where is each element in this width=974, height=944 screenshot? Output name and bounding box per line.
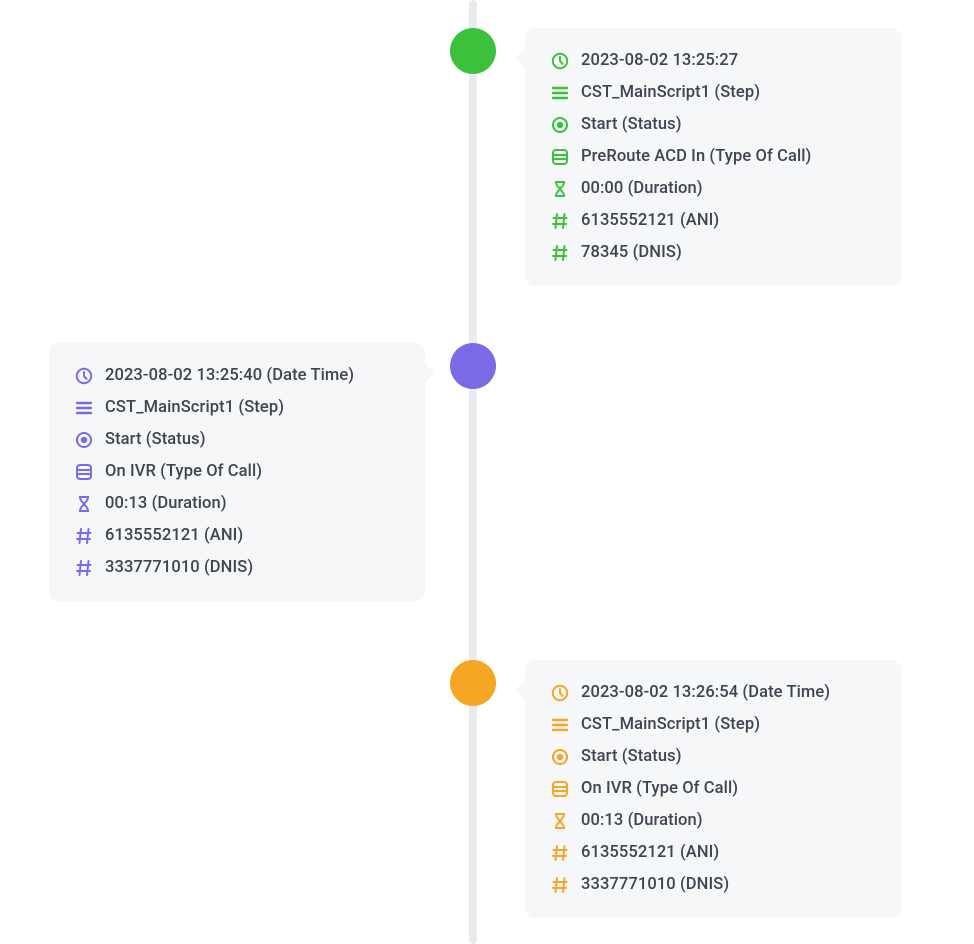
event-row: Start (Status) — [551, 116, 875, 134]
timeline-node — [450, 660, 496, 706]
event-row: 00:13 (Duration) — [75, 495, 399, 513]
event-row: 3337771010 (DNIS) — [551, 876, 875, 894]
event-row-text: 2023-08-02 13:25:40 (Date Time) — [105, 368, 354, 385]
hash-icon — [551, 244, 569, 262]
event-card: 2023-08-02 13:25:27 CST_MainScript1 (Step… — [525, 28, 901, 286]
timeline-node — [450, 343, 496, 389]
event-row-text: CST_MainScript1 (Step) — [581, 717, 760, 734]
database-icon — [75, 463, 93, 481]
event-row: 78345 (DNIS) — [551, 244, 875, 262]
event-row-text: 6135552121 (ANI) — [581, 213, 719, 230]
event-row-text: On IVR (Type Of Call) — [105, 464, 262, 481]
event-row: Start (Status) — [75, 431, 399, 449]
event-row-text: Start (Status) — [581, 749, 682, 766]
event-row: On IVR (Type Of Call) — [551, 780, 875, 798]
event-row: 6135552121 (ANI) — [551, 212, 875, 230]
menu-lines-icon — [551, 716, 569, 734]
event-row: CST_MainScript1 (Step) — [551, 716, 875, 734]
hash-icon — [551, 876, 569, 894]
event-row-text: On IVR (Type Of Call) — [581, 781, 738, 798]
event-card: 2023-08-02 13:25:40 (Date Time) CST_MainS… — [49, 343, 425, 601]
event-row: 2023-08-02 13:26:54 (Date Time) — [551, 684, 875, 702]
event-row: 00:00 (Duration) — [551, 180, 875, 198]
event-row: PreRoute ACD In (Type Of Call) — [551, 148, 875, 166]
event-card: 2023-08-02 13:26:54 (Date Time) CST_MainS… — [525, 660, 901, 918]
event-row: Start (Status) — [551, 748, 875, 766]
event-row-text: 00:13 (Duration) — [581, 813, 703, 830]
event-row-text: PreRoute ACD In (Type Of Call) — [581, 149, 811, 166]
event-row-text: CST_MainScript1 (Step) — [105, 400, 284, 417]
event-row: 2023-08-02 13:25:27 — [551, 52, 875, 70]
event-row-text: 6135552121 (ANI) — [581, 845, 719, 862]
event-row-text: 3337771010 (DNIS) — [105, 560, 253, 577]
event-row: 2023-08-02 13:25:40 (Date Time) — [75, 367, 399, 385]
radio-dot-icon — [75, 431, 93, 449]
hash-icon — [551, 212, 569, 230]
event-row-text: Start (Status) — [105, 432, 206, 449]
menu-lines-icon — [551, 84, 569, 102]
clock-icon — [551, 52, 569, 70]
hourglass-icon — [551, 180, 569, 198]
event-row: CST_MainScript1 (Step) — [551, 84, 875, 102]
radio-dot-icon — [551, 748, 569, 766]
event-row-text: 78345 (DNIS) — [581, 245, 682, 262]
event-row: 6135552121 (ANI) — [75, 527, 399, 545]
database-icon — [551, 780, 569, 798]
event-row-text: CST_MainScript1 (Step) — [581, 85, 760, 102]
hash-icon — [75, 559, 93, 577]
menu-lines-icon — [75, 399, 93, 417]
hourglass-icon — [551, 812, 569, 830]
radio-dot-icon — [551, 116, 569, 134]
event-row-text: 2023-08-02 13:25:27 — [581, 53, 738, 70]
event-row-text: 3337771010 (DNIS) — [581, 877, 729, 894]
event-row: 00:13 (Duration) — [551, 812, 875, 830]
database-icon — [551, 148, 569, 166]
event-row-text: 00:13 (Duration) — [105, 496, 227, 513]
hash-icon — [75, 527, 93, 545]
event-row-text: 00:00 (Duration) — [581, 181, 703, 198]
hourglass-icon — [75, 495, 93, 513]
event-row-text: 6135552121 (ANI) — [105, 528, 243, 545]
hash-icon — [551, 844, 569, 862]
timeline-node — [450, 28, 496, 74]
event-row: On IVR (Type Of Call) — [75, 463, 399, 481]
timeline-axis — [469, 0, 477, 944]
event-row: CST_MainScript1 (Step) — [75, 399, 399, 417]
event-row-text: 2023-08-02 13:26:54 (Date Time) — [581, 685, 830, 702]
event-row-text: Start (Status) — [581, 117, 682, 134]
clock-icon — [551, 684, 569, 702]
clock-icon — [75, 367, 93, 385]
event-row: 3337771010 (DNIS) — [75, 559, 399, 577]
event-row: 6135552121 (ANI) — [551, 844, 875, 862]
